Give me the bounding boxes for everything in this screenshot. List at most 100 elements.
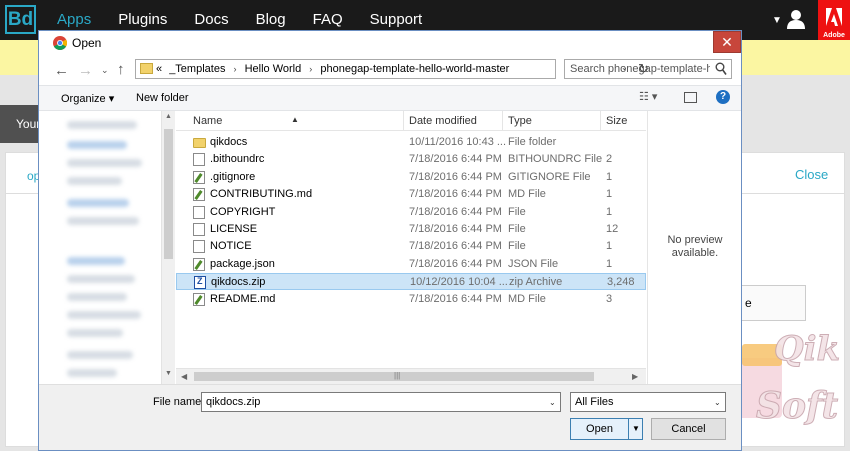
preview-pane-icon[interactable] xyxy=(684,92,697,103)
text-file-icon xyxy=(193,188,205,202)
scroll-right-icon[interactable]: ▶ xyxy=(632,372,638,381)
column-date-modified[interactable]: Date modified xyxy=(409,115,477,127)
open-button-label[interactable]: Open xyxy=(571,423,628,435)
close-link[interactable]: Close xyxy=(795,167,828,182)
nav-pane-item[interactable] xyxy=(67,311,141,319)
file-size: 3,248 xyxy=(607,276,635,289)
recent-locations-chevron-icon[interactable]: ⌄ xyxy=(101,65,109,76)
scroll-left-icon[interactable]: ◀ xyxy=(181,372,187,381)
nav-pane-item[interactable] xyxy=(67,369,117,377)
preview-line-1: No preview xyxy=(667,234,723,246)
scroll-down-icon[interactable]: ▼ xyxy=(165,370,172,377)
change-view-icon[interactable]: ☷ ▾ xyxy=(639,90,657,103)
new-folder-button[interactable]: New folder xyxy=(136,92,189,104)
back-arrow-icon[interactable]: ← xyxy=(54,62,69,79)
site-logo[interactable]: Bd xyxy=(5,5,36,34)
file-row[interactable]: NOTICE 7/18/2016 6:44 PM File 1 xyxy=(176,238,646,255)
your-tab[interactable]: Your xyxy=(0,105,40,143)
file-date: 10/12/2016 10:04 ... xyxy=(410,276,508,289)
close-dialog-button[interactable]: ✕ xyxy=(713,31,741,53)
nav-pane-item[interactable] xyxy=(67,159,142,167)
file-row[interactable]: qikdocs 10/11/2016 10:43 ... File folder xyxy=(176,134,646,151)
navigation-pane[interactable] xyxy=(39,111,175,384)
breadcrumb-separator-icon[interactable]: › xyxy=(234,64,237,74)
file-type-dropdown-icon[interactable]: ⌄ xyxy=(714,398,721,407)
open-options-dropdown-icon[interactable]: ▼ xyxy=(632,424,640,433)
file-name-dropdown-icon[interactable]: ⌄ xyxy=(549,398,556,407)
nav-pane-item[interactable] xyxy=(67,275,135,283)
file-row[interactable]: CONTRIBUTING.md 7/18/2016 6:44 PM MD File 1 xyxy=(176,186,646,203)
breadcrumb-hello-world[interactable]: Hello World xyxy=(245,63,302,75)
file-row[interactable]: .gitignore 7/18/2016 6:44 PM GITIGNORE Fil… xyxy=(176,169,646,186)
file-icon xyxy=(193,240,205,254)
file-size: 3 xyxy=(606,292,613,305)
address-row: ← → ⌄ ↑ « _Templates › Hello World › pho… xyxy=(39,55,741,85)
breadcrumb: « _Templates › Hello World › phonegap-te… xyxy=(156,63,509,75)
file-type: GITIGNORE File xyxy=(508,170,591,183)
file-name: LICENSE xyxy=(210,223,258,235)
file-row[interactable]: LICENSE 7/18/2016 6:44 PM File 12 xyxy=(176,221,646,238)
organize-button[interactable]: Organize ▾ xyxy=(61,92,114,105)
file-date: 7/18/2016 6:44 PM xyxy=(409,170,502,183)
file-name-value[interactable]: qikdocs.zip xyxy=(206,396,260,408)
breadcrumb-separator-icon[interactable]: › xyxy=(309,64,312,74)
file-name-field[interactable]: qikdocs.zip ⌄ xyxy=(201,392,561,412)
file-name: CONTRIBUTING.md xyxy=(210,188,313,201)
user-icon[interactable] xyxy=(786,9,806,29)
folder-icon xyxy=(140,63,153,74)
account-caret-icon[interactable]: ▼ xyxy=(772,15,782,26)
nav-pane-item[interactable] xyxy=(67,121,137,129)
scroll-up-icon[interactable]: ▲ xyxy=(165,113,172,120)
search-input[interactable]: Search phonegap-template-h... xyxy=(564,59,732,79)
nav-pane-item[interactable] xyxy=(67,199,129,207)
file-date: 7/18/2016 6:44 PM xyxy=(409,240,502,253)
nav-pane-item[interactable] xyxy=(67,293,127,301)
file-type-select[interactable]: All Files ⌄ xyxy=(570,392,726,412)
chrome-icon xyxy=(53,36,67,50)
nav-pane-item[interactable] xyxy=(67,257,125,265)
dialog-titlebar[interactable]: Open ✕ xyxy=(39,31,741,55)
file-date: 7/18/2016 6:44 PM xyxy=(409,188,502,201)
address-bar[interactable]: « _Templates › Hello World › phonegap-te… xyxy=(135,59,649,79)
column-size[interactable]: Size xyxy=(606,115,627,127)
page-button[interactable]: e xyxy=(740,285,806,321)
file-type: File folder xyxy=(508,136,557,148)
file-row[interactable]: README.md 7/18/2016 6:44 PM MD File 3 xyxy=(176,291,646,308)
breadcrumb-overflow[interactable]: « xyxy=(156,63,162,75)
file-row[interactable]: package.json 7/18/2016 6:44 PM JSON File 1 xyxy=(176,256,646,273)
column-type[interactable]: Type xyxy=(508,115,532,127)
nav-pane-item[interactable] xyxy=(67,351,133,359)
file-size: 1 xyxy=(606,188,613,201)
file-name: NOTICE xyxy=(210,240,252,253)
open-button[interactable]: Open ▼ xyxy=(570,418,643,440)
file-row[interactable]: qikdocs.zip 10/12/2016 10:04 ...zip Archi… xyxy=(176,273,646,291)
file-size: 1 xyxy=(606,240,613,253)
search-placeholder: Search phonegap-template-h... xyxy=(570,63,710,75)
breadcrumb-template-folder[interactable]: phonegap-template-hello-world-master xyxy=(320,63,509,75)
cancel-button[interactable]: Cancel xyxy=(651,418,726,440)
text-file-icon xyxy=(193,292,205,306)
breadcrumb-templates[interactable]: _Templates xyxy=(169,63,225,75)
file-type: zip Archive xyxy=(509,276,563,289)
file-name: package.json xyxy=(210,257,275,270)
file-name: COPYRIGHT xyxy=(210,205,276,218)
nav-pane-item[interactable] xyxy=(67,329,123,337)
column-name[interactable]: Name xyxy=(193,115,222,127)
file-list-hscrollbar[interactable]: ◀ ||| ▶ xyxy=(176,368,646,384)
file-type: File xyxy=(508,205,526,218)
scrollbar-thumb[interactable] xyxy=(164,129,173,259)
nav-pane-scrollbar[interactable]: ▲ ▼ xyxy=(161,111,175,384)
forward-arrow-icon[interactable]: → xyxy=(78,62,93,79)
file-date: 7/18/2016 6:44 PM xyxy=(409,205,502,218)
dialog-title: Open xyxy=(72,36,102,50)
up-folder-arrow-icon[interactable]: ↑ xyxy=(117,61,125,78)
search-icon[interactable] xyxy=(715,62,727,76)
file-row[interactable]: .bithoundrc 7/18/2016 6:44 PM BITHOUNDRC F… xyxy=(176,151,646,168)
nav-pane-item[interactable] xyxy=(67,177,122,185)
help-icon[interactable]: ? xyxy=(716,90,730,104)
nav-pane-item[interactable] xyxy=(67,217,139,225)
no-preview-message: No preview available. xyxy=(648,234,742,260)
file-row[interactable]: COPYRIGHT 7/18/2016 6:44 PM File 1 xyxy=(176,204,646,221)
nav-pane-item[interactable] xyxy=(67,141,127,149)
file-size: 12 xyxy=(606,223,619,235)
